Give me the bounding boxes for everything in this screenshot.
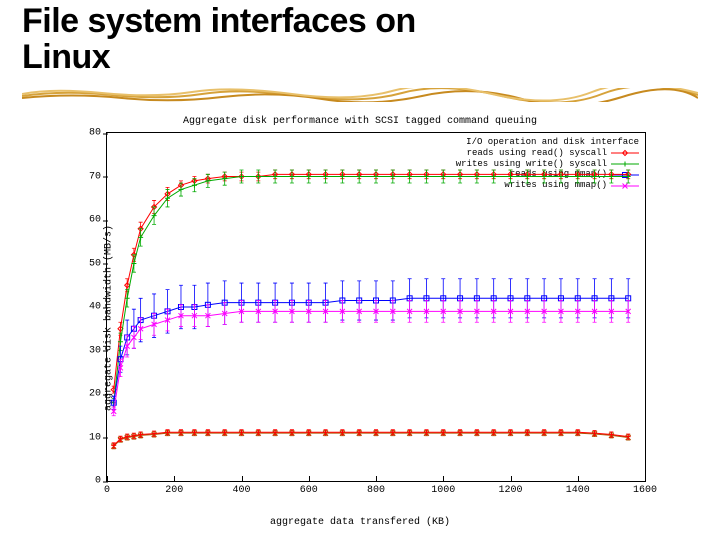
title-line-1: File system interfaces on — [22, 2, 416, 40]
x-tick: 1600 — [633, 481, 657, 496]
plot-area: I/O operation and disk interface reads u… — [106, 132, 646, 482]
x-tick: 200 — [165, 481, 183, 496]
x-tick: 600 — [300, 481, 318, 496]
x-tick: 1200 — [498, 481, 522, 496]
x-axis-label: aggregate data transfered (KB) — [60, 517, 660, 528]
y-tick: 20 — [89, 389, 107, 400]
title-line-2: Linux — [22, 38, 110, 76]
title-underline-decoration — [22, 88, 698, 102]
y-tick: 70 — [89, 171, 107, 182]
y-tick: 50 — [89, 258, 107, 269]
chart-title: Aggregate disk performance with SCSI tag… — [60, 116, 660, 127]
x-tick: 1400 — [566, 481, 590, 496]
x-tick: 400 — [232, 481, 250, 496]
x-tick: 1000 — [431, 481, 455, 496]
y-tick: 30 — [89, 345, 107, 356]
y-tick: 60 — [89, 215, 107, 226]
chart: Aggregate disk performance with SCSI tag… — [60, 118, 660, 518]
y-tick: 10 — [89, 432, 107, 443]
y-tick: 80 — [89, 128, 107, 139]
y-tick: 40 — [89, 302, 107, 313]
x-tick: 0 — [104, 481, 110, 496]
slide-title: File system interfaces on Linux — [22, 4, 416, 75]
x-tick: 800 — [367, 481, 385, 496]
data-series — [107, 133, 645, 481]
